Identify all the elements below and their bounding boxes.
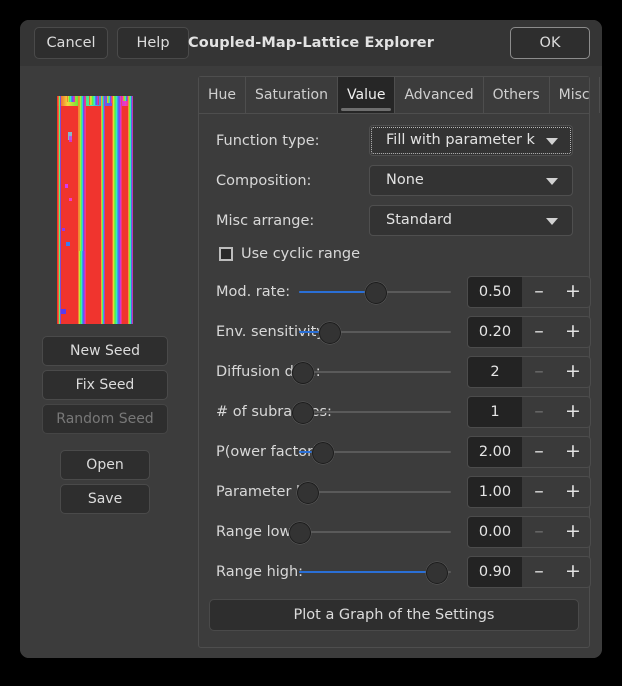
save-button[interactable]: Save bbox=[60, 484, 150, 514]
new-seed-button[interactable]: New Seed bbox=[42, 336, 168, 366]
spinner-increment-button[interactable]: + bbox=[556, 396, 591, 428]
spinner: 2–+ bbox=[467, 356, 591, 388]
function-type-label: Function type: bbox=[216, 125, 320, 157]
tab-value[interactable]: Value bbox=[338, 77, 395, 113]
misc-arrange-select[interactable]: Standard bbox=[369, 205, 573, 236]
slider-fill bbox=[299, 571, 436, 573]
random-seed-button: Random Seed bbox=[42, 404, 168, 434]
coupled-map-lattice-preview bbox=[57, 96, 133, 324]
tab-misc[interactable]: Misc bbox=[550, 77, 600, 113]
slider-label: Parameter k: bbox=[216, 475, 309, 509]
use-cyclic-range-checkbox[interactable] bbox=[219, 247, 233, 261]
slider-label: Range low: bbox=[216, 515, 295, 549]
slider-handle[interactable] bbox=[319, 322, 341, 344]
spinner-value[interactable]: 2.00 bbox=[467, 436, 523, 468]
slider-handle[interactable] bbox=[426, 562, 448, 584]
spinner-decrement-button: – bbox=[522, 356, 557, 388]
slider-label: Mod. rate: bbox=[216, 275, 290, 309]
slider-row: Range low: 0.00–+ bbox=[199, 515, 589, 549]
spinner-increment-button[interactable]: + bbox=[556, 556, 591, 588]
composition-row: Composition: None bbox=[199, 165, 589, 197]
function-type-select[interactable]: Fill with parameter k bbox=[369, 125, 573, 156]
open-button[interactable]: Open bbox=[60, 450, 150, 480]
tab-advanced[interactable]: Advanced bbox=[395, 77, 483, 113]
spinner: 2.00–+ bbox=[467, 436, 591, 468]
spinner-decrement-button[interactable]: – bbox=[522, 556, 557, 588]
title-bar: Cancel Help Coupled-Map-Lattice Explorer… bbox=[20, 20, 602, 66]
tab-strip: Hue Saturation Value Advanced Others Mis… bbox=[199, 77, 589, 114]
spinner-increment-button[interactable]: + bbox=[556, 476, 591, 508]
use-cyclic-range-row: Use cyclic range bbox=[199, 243, 589, 267]
dialog-body: New Seed Fix Seed Random Seed Open Save … bbox=[20, 66, 602, 658]
spinner-increment-button[interactable]: + bbox=[556, 436, 591, 468]
spinner-increment-button[interactable]: + bbox=[556, 516, 591, 548]
slider-handle[interactable] bbox=[292, 402, 314, 424]
preview-pattern bbox=[57, 96, 133, 324]
value-tab-panel: Function type: Fill with parameter k Com… bbox=[199, 113, 589, 647]
cancel-button[interactable]: Cancel bbox=[34, 27, 108, 59]
misc-arrange-label: Misc arrange: bbox=[216, 205, 314, 237]
slider-row: Diffusion dist.:2–+ bbox=[199, 355, 589, 389]
slider-handle[interactable] bbox=[297, 482, 319, 504]
fix-seed-button[interactable]: Fix Seed bbox=[42, 370, 168, 400]
slider-handle[interactable] bbox=[312, 442, 334, 464]
slider-row: P(ower factor):2.00–+ bbox=[199, 435, 589, 469]
slider-fill bbox=[299, 291, 375, 293]
spinner-value[interactable]: 0.20 bbox=[467, 316, 523, 348]
spinner-increment-button[interactable]: + bbox=[556, 276, 591, 308]
slider-handle[interactable] bbox=[292, 362, 314, 384]
spinner: 1.00–+ bbox=[467, 476, 591, 508]
slider-track[interactable] bbox=[299, 531, 451, 533]
spinner: 0.20–+ bbox=[467, 316, 591, 348]
chevron-down-icon bbox=[546, 138, 558, 145]
settings-notebook: Hue Saturation Value Advanced Others Mis… bbox=[198, 76, 590, 648]
tab-saturation[interactable]: Saturation bbox=[246, 77, 338, 113]
tab-hue[interactable]: Hue bbox=[199, 77, 246, 113]
help-button[interactable]: Help bbox=[117, 27, 189, 59]
composition-select[interactable]: None bbox=[369, 165, 573, 196]
composition-label: Composition: bbox=[216, 165, 311, 197]
chevron-down-icon bbox=[546, 218, 558, 225]
slider-track[interactable] bbox=[299, 491, 451, 493]
spinner-value[interactable]: 1 bbox=[467, 396, 523, 428]
spinner-increment-button[interactable]: + bbox=[556, 316, 591, 348]
spinner-decrement-button[interactable]: – bbox=[522, 476, 557, 508]
spinner-decrement-button: – bbox=[522, 396, 557, 428]
spinner: 1–+ bbox=[467, 396, 591, 428]
plot-graph-button[interactable]: Plot a Graph of the Settings bbox=[209, 599, 579, 631]
use-cyclic-range-label: Use cyclic range bbox=[241, 243, 360, 265]
spinner-value[interactable]: 1.00 bbox=[467, 476, 523, 508]
spinner: 0.00–+ bbox=[467, 516, 591, 548]
slider-row: # of subranges:1–+ bbox=[199, 395, 589, 429]
slider-row: Range high: 0.90–+ bbox=[199, 555, 589, 589]
dialog-window: Cancel Help Coupled-Map-Lattice Explorer… bbox=[20, 20, 602, 658]
slider-track[interactable] bbox=[299, 411, 451, 413]
spinner-decrement-button[interactable]: – bbox=[522, 436, 557, 468]
spinner-value[interactable]: 0.90 bbox=[467, 556, 523, 588]
slider-handle[interactable] bbox=[365, 282, 387, 304]
sidebar: New Seed Fix Seed Random Seed Open Save bbox=[32, 78, 189, 648]
function-type-row: Function type: Fill with parameter k bbox=[199, 125, 589, 157]
slider-row: Parameter k: 1.00–+ bbox=[199, 475, 589, 509]
spinner-decrement-button: – bbox=[522, 516, 557, 548]
spinner-increment-button[interactable]: + bbox=[556, 356, 591, 388]
spinner-value[interactable]: 0.50 bbox=[467, 276, 523, 308]
ok-button[interactable]: OK bbox=[510, 27, 590, 59]
slider-row: Mod. rate: 0.50–+ bbox=[199, 275, 589, 309]
spinner: 0.50–+ bbox=[467, 276, 591, 308]
slider-row: Env. sensitivity:0.20–+ bbox=[199, 315, 589, 349]
slider-track[interactable] bbox=[299, 371, 451, 373]
misc-arrange-row: Misc arrange: Standard bbox=[199, 205, 589, 237]
spinner: 0.90–+ bbox=[467, 556, 591, 588]
spinner-decrement-button[interactable]: – bbox=[522, 276, 557, 308]
chevron-down-icon bbox=[546, 178, 558, 185]
slider-handle[interactable] bbox=[289, 522, 311, 544]
spinner-decrement-button[interactable]: – bbox=[522, 316, 557, 348]
slider-label: Range high: bbox=[216, 555, 303, 589]
spinner-value[interactable]: 0.00 bbox=[467, 516, 523, 548]
tab-others[interactable]: Others bbox=[484, 77, 550, 113]
spinner-value[interactable]: 2 bbox=[467, 356, 523, 388]
